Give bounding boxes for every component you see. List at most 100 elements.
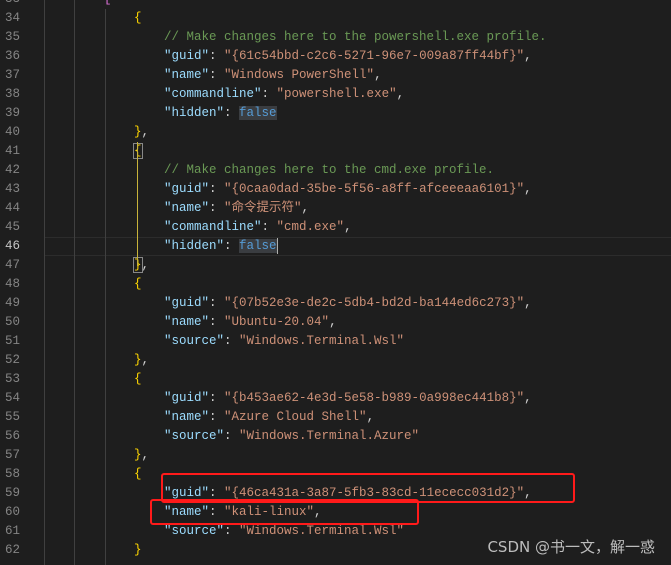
code-token: ,	[141, 448, 150, 462]
code-token: :	[224, 239, 240, 253]
line-number: 46	[4, 239, 20, 253]
code-line[interactable]: 36 "guid": "{61c54bbd-c2c6-5271-96e7-009a…	[0, 47, 671, 66]
code-line[interactable]: 49 "guid": "{07b52e3e-de2c-5db4-bd2d-ba14…	[0, 294, 671, 313]
code-token: ,	[396, 87, 405, 101]
code-token: "Azure Cloud Shell"	[224, 410, 367, 424]
code-token: ,	[301, 201, 310, 215]
code-token: :	[209, 201, 225, 215]
code-line[interactable]: 52},	[0, 351, 671, 370]
code-token: ,	[141, 353, 150, 367]
code-token: "source"	[164, 334, 225, 348]
code-line[interactable]: 40},	[0, 123, 671, 142]
code-token: "cmd.exe"	[276, 220, 345, 234]
code-token: "Windows.Terminal.Azure"	[239, 429, 420, 443]
text-cursor	[276, 237, 278, 254]
code-text: },	[134, 123, 149, 142]
code-token: "{61c54bbd-c2c6-5271-96e7-009a87ff44bf}"	[224, 49, 525, 63]
code-text: "commandline": "powershell.exe",	[164, 85, 404, 104]
code-token: "source"	[164, 524, 225, 538]
code-line[interactable]: 38 "commandline": "powershell.exe",	[0, 85, 671, 104]
code-text: {	[134, 9, 142, 28]
code-token: "name"	[164, 201, 210, 215]
code-token: "guid"	[164, 182, 210, 196]
line-number: 60	[4, 505, 20, 519]
code-token: "hidden"	[164, 239, 225, 253]
code-line[interactable]: 47},	[0, 256, 671, 275]
code-token: "guid"	[164, 296, 210, 310]
line-number: 58	[4, 467, 20, 481]
highlight-box-name	[150, 499, 419, 525]
code-token: :	[209, 391, 225, 405]
code-token: :	[224, 106, 240, 120]
code-token: }	[134, 125, 142, 139]
code-token: false	[239, 239, 277, 253]
line-number: 38	[4, 87, 20, 101]
line-number: 35	[4, 30, 20, 44]
line-number: 59	[4, 486, 20, 500]
code-token: // Make changes here to the cmd.exe prof…	[164, 163, 495, 177]
code-token: "命令提示符"	[224, 201, 302, 215]
code-line[interactable]: 54 "guid": "{b453ae62-4e3d-5e58-b989-0a99…	[0, 389, 671, 408]
code-line[interactable]: 50 "name": "Ubuntu-20.04",	[0, 313, 671, 332]
code-token: }	[134, 543, 142, 557]
line-number: 57	[4, 448, 20, 462]
code-token: :	[209, 68, 225, 82]
code-line[interactable]: 42 // Make changes here to the cmd.exe pr…	[0, 161, 671, 180]
line-number: 52	[4, 353, 20, 367]
line-number: 49	[4, 296, 20, 310]
code-line[interactable]: 33 [	[0, 0, 671, 9]
code-token: :	[224, 334, 240, 348]
code-line[interactable]: 41{	[0, 142, 671, 161]
code-token: ,	[524, 49, 532, 63]
code-text: // Make changes here to the cmd.exe prof…	[164, 161, 494, 180]
line-number: 53	[4, 372, 20, 386]
line-number: 45	[4, 220, 20, 234]
code-token: }	[134, 448, 142, 462]
code-token: "commandline"	[164, 220, 262, 234]
line-number: 42	[4, 163, 20, 177]
watermark: CSDN @书一文，解一惑	[487, 538, 655, 556]
code-token: "source"	[164, 429, 225, 443]
code-token: "hidden"	[164, 106, 225, 120]
code-token: "powershell.exe"	[276, 87, 397, 101]
code-text: [	[104, 0, 112, 9]
code-text: "source": "Windows.Terminal.Azure"	[164, 427, 419, 446]
code-token: "Windows.Terminal.Wsl"	[239, 334, 405, 348]
line-number: 37	[4, 68, 20, 82]
code-line[interactable]: 39 "hidden": false	[0, 104, 671, 123]
code-text: "name": "命令提示符",	[164, 199, 309, 218]
line-number: 56	[4, 429, 20, 443]
code-text: {	[134, 275, 142, 294]
code-token: ,	[524, 182, 532, 196]
code-line[interactable]: 53 {	[0, 370, 671, 389]
code-line[interactable]: 55 "name": "Azure Cloud Shell",	[0, 408, 671, 427]
code-text: },	[134, 351, 149, 370]
code-token: "{b453ae62-4e3d-5e58-b989-0a998ec441b8}"	[224, 391, 525, 405]
code-token: "guid"	[164, 391, 210, 405]
code-text: {	[134, 370, 142, 389]
code-line[interactable]: 46 "hidden": false	[0, 237, 671, 256]
code-line[interactable]: 57},	[0, 446, 671, 465]
code-line[interactable]: 44 "name": "命令提示符",	[0, 199, 671, 218]
code-text: "guid": "{61c54bbd-c2c6-5271-96e7-009a87…	[164, 47, 532, 66]
code-text: // Make changes here to the powershell.e…	[164, 28, 547, 47]
code-token: "name"	[164, 315, 210, 329]
code-line[interactable]: 48 {	[0, 275, 671, 294]
code-token: // Make changes here to the powershell.e…	[164, 30, 547, 44]
code-text: "source": "Windows.Terminal.Wsl"	[164, 332, 404, 351]
code-token: ,	[141, 125, 150, 139]
code-token: :	[209, 410, 225, 424]
code-line[interactable]: 51 "source": "Windows.Terminal.Wsl"	[0, 332, 671, 351]
code-line[interactable]: 37 "name": "Windows PowerShell",	[0, 66, 671, 85]
code-text: "name": "Azure Cloud Shell",	[164, 408, 374, 427]
code-line[interactable]: 34 {	[0, 9, 671, 28]
line-number: 39	[4, 106, 20, 120]
line-number: 41	[4, 144, 20, 158]
code-line[interactable]: 45 "commandline": "cmd.exe",	[0, 218, 671, 237]
active-bracket-guide	[137, 142, 138, 266]
code-line[interactable]: 35 // Make changes here to the powershell…	[0, 28, 671, 47]
code-line[interactable]: 56 "source": "Windows.Terminal.Azure"	[0, 427, 671, 446]
code-token: ,	[524, 391, 532, 405]
code-token: ,	[366, 410, 375, 424]
code-line[interactable]: 43 "guid": "{0caa0dad-35be-5f56-a8ff-afce…	[0, 180, 671, 199]
